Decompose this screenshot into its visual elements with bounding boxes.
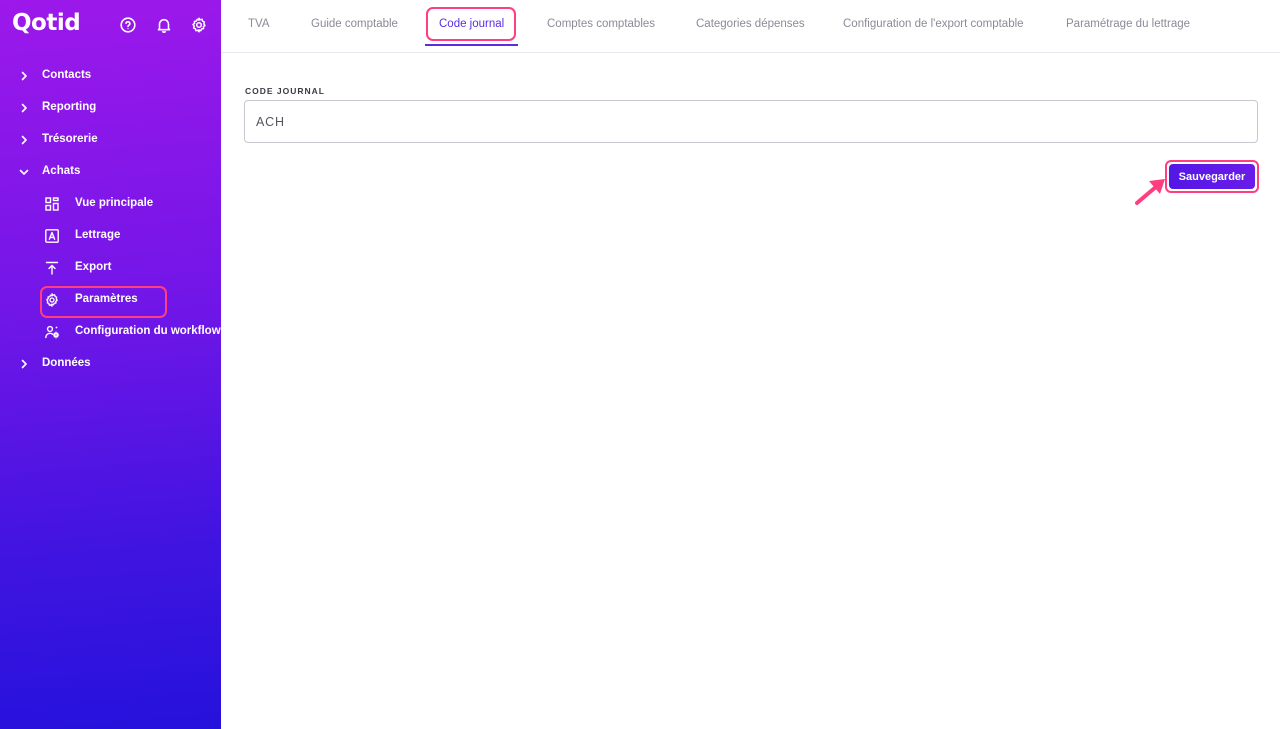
chevron-right-icon — [18, 102, 30, 114]
active-tab-indicator — [425, 44, 518, 46]
tab-parametrage-lettrage[interactable]: Paramétrage du lettrage — [1066, 18, 1190, 30]
sidebar-item-label: Achats — [42, 165, 81, 177]
user-gear-icon — [44, 324, 60, 340]
tab-bar: TVA Guide comptable Code journal Comptes… — [221, 0, 1280, 53]
sidebar-item-label: Trésorerie — [42, 133, 98, 145]
sidebar-subitem-lettrage[interactable]: Lettrage — [0, 220, 221, 252]
sidebar-item-label: Données — [42, 357, 91, 369]
sidebar-item-label: Reporting — [42, 101, 97, 113]
tab-tva[interactable]: TVA — [248, 18, 270, 30]
letter-a-icon — [44, 228, 60, 244]
sidebar-subitem-parametres[interactable]: Paramètres — [0, 284, 221, 316]
sidebar-subitem-label: Lettrage — [75, 229, 121, 241]
bell-icon[interactable] — [155, 16, 173, 34]
sidebar-item-donnees[interactable]: Données — [0, 348, 221, 380]
code-journal-input[interactable] — [244, 100, 1258, 143]
sidebar-header: Qotid — [0, 0, 221, 52]
gear-icon[interactable] — [190, 16, 208, 34]
chevron-down-icon — [18, 166, 30, 178]
tab-guide-comptable[interactable]: Guide comptable — [311, 18, 398, 30]
code-journal-label: CODE JOURNAL — [245, 86, 326, 96]
sidebar-nav: Contacts Reporting Trésorerie Achats Vue… — [0, 60, 221, 380]
upload-icon — [44, 260, 60, 276]
sidebar-subitem-export[interactable]: Export — [0, 252, 221, 284]
main-content: TVA Guide comptable Code journal Comptes… — [221, 0, 1280, 729]
app-logo[interactable]: Qotid — [12, 10, 81, 36]
save-button[interactable]: Sauvegarder — [1169, 164, 1255, 189]
chevron-right-icon — [18, 134, 30, 146]
sidebar-subitem-configuration-workflow[interactable]: Configuration du workflow — [0, 316, 221, 348]
tab-categories-depenses[interactable]: Categories dépenses — [696, 18, 805, 30]
sidebar-subitem-label: Configuration du workflow — [75, 325, 221, 337]
sidebar-item-achats[interactable]: Achats — [0, 156, 221, 188]
sidebar-subitem-label: Vue principale — [75, 197, 154, 209]
tab-comptes-comptables[interactable]: Comptes comptables — [547, 18, 655, 30]
sidebar-subitem-vue-principale[interactable]: Vue principale — [0, 188, 221, 220]
sidebar-item-reporting[interactable]: Reporting — [0, 92, 221, 124]
sidebar-item-label: Contacts — [42, 69, 92, 81]
sidebar: Qotid Contacts Reporting Trésorerie Acha… — [0, 0, 221, 729]
pointer-arrow-icon — [1133, 176, 1169, 206]
gear-icon — [44, 292, 60, 308]
chevron-right-icon — [18, 358, 30, 370]
grid-icon — [44, 196, 60, 212]
chevron-right-icon — [18, 70, 30, 82]
sidebar-subitem-label: Export — [75, 261, 112, 273]
tab-configuration-export[interactable]: Configuration de l'export comptable — [843, 18, 1024, 30]
help-circle-icon[interactable] — [119, 16, 137, 34]
sidebar-subitem-label: Paramètres — [75, 293, 138, 305]
sidebar-item-tresorerie[interactable]: Trésorerie — [0, 124, 221, 156]
tab-code-journal[interactable]: Code journal — [439, 18, 504, 30]
sidebar-item-contacts[interactable]: Contacts — [0, 60, 221, 92]
